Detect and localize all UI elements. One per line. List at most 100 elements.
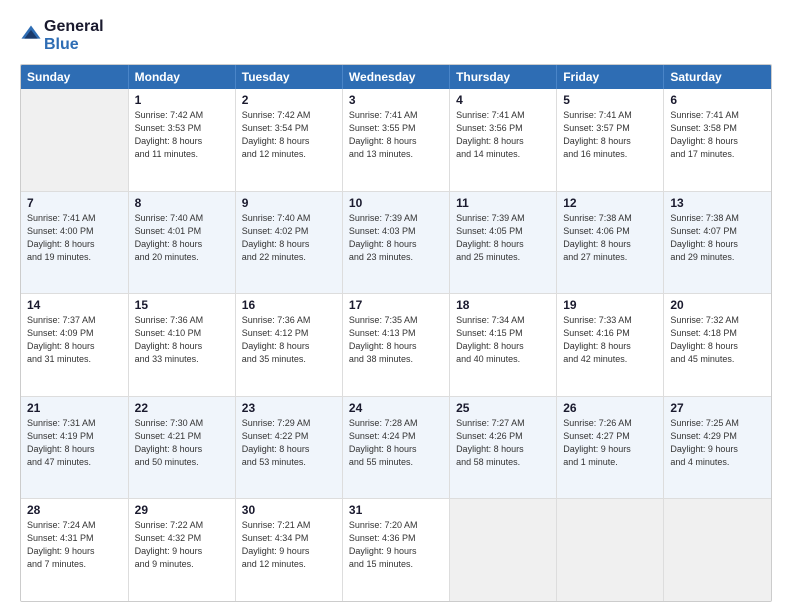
calendar-cell: [664, 499, 771, 601]
calendar-cell: 1Sunrise: 7:42 AM Sunset: 3:53 PM Daylig…: [128, 89, 235, 191]
calendar-cell: 17 Sunrise: 7:35 AM Sunset: 4:13 PM Dayli…: [342, 294, 449, 396]
day-number: 19: [563, 298, 657, 312]
weekday-header: Monday: [128, 65, 235, 89]
calendar-cell: 29 Sunrise: 7:22 AM Sunset: 4:32 PM Dayli…: [128, 499, 235, 601]
day-info: Sunrise: 7:39 AM Sunset: 4:05 PM Dayligh…: [456, 212, 550, 264]
calendar-cell: [21, 89, 128, 191]
day-number: 17: [349, 298, 443, 312]
calendar-cell: 30 Sunrise: 7:21 AM Sunset: 4:34 PM Dayli…: [235, 499, 342, 601]
day-number: 10: [349, 196, 443, 210]
weekday-header: Thursday: [450, 65, 557, 89]
calendar-cell: 27Sunrise: 7:25 AM Sunset: 4:29 PM Dayli…: [664, 396, 771, 498]
calendar-cell: 15 Sunrise: 7:36 AM Sunset: 4:10 PM Dayli…: [128, 294, 235, 396]
day-number: 2: [242, 93, 336, 107]
day-number: 18: [456, 298, 550, 312]
calendar-cell: 28 Sunrise: 7:24 AM Sunset: 4:31 PM Dayli…: [21, 499, 128, 601]
day-number: 20: [670, 298, 765, 312]
day-info: Sunrise: 7:24 AM Sunset: 4:31 PM Dayligh…: [27, 519, 122, 571]
calendar-cell: 25 Sunrise: 7:27 AM Sunset: 4:26 PM Dayli…: [450, 396, 557, 498]
day-number: 29: [135, 503, 229, 517]
calendar-cell: 12 Sunrise: 7:38 AM Sunset: 4:06 PM Dayli…: [557, 191, 664, 293]
calendar-cell: 5 Sunrise: 7:41 AM Sunset: 3:57 PM Daylig…: [557, 89, 664, 191]
calendar-cell: 31Sunrise: 7:20 AM Sunset: 4:36 PM Dayli…: [342, 499, 449, 601]
day-info: Sunrise: 7:21 AM Sunset: 4:34 PM Dayligh…: [242, 519, 336, 571]
day-number: 7: [27, 196, 122, 210]
day-info: Sunrise: 7:26 AM Sunset: 4:27 PM Dayligh…: [563, 417, 657, 469]
day-info: Sunrise: 7:38 AM Sunset: 4:06 PM Dayligh…: [563, 212, 657, 264]
calendar-table: SundayMondayTuesdayWednesdayThursdayFrid…: [21, 65, 771, 601]
day-number: 25: [456, 401, 550, 415]
day-info: Sunrise: 7:34 AM Sunset: 4:15 PM Dayligh…: [456, 314, 550, 366]
calendar-cell: 16Sunrise: 7:36 AM Sunset: 4:12 PM Dayli…: [235, 294, 342, 396]
logo-icon: [20, 24, 42, 46]
calendar-header: SundayMondayTuesdayWednesdayThursdayFrid…: [21, 65, 771, 89]
calendar-cell: 2 Sunrise: 7:42 AM Sunset: 3:54 PM Daylig…: [235, 89, 342, 191]
day-info: Sunrise: 7:41 AM Sunset: 3:57 PM Dayligh…: [563, 109, 657, 161]
calendar-cell: 21Sunrise: 7:31 AM Sunset: 4:19 PM Dayli…: [21, 396, 128, 498]
day-info: Sunrise: 7:22 AM Sunset: 4:32 PM Dayligh…: [135, 519, 229, 571]
calendar-cell: 22Sunrise: 7:30 AM Sunset: 4:21 PM Dayli…: [128, 396, 235, 498]
calendar: SundayMondayTuesdayWednesdayThursdayFrid…: [20, 64, 772, 602]
weekday-header: Tuesday: [235, 65, 342, 89]
day-number: 14: [27, 298, 122, 312]
day-number: 28: [27, 503, 122, 517]
calendar-cell: 23 Sunrise: 7:29 AM Sunset: 4:22 PM Dayli…: [235, 396, 342, 498]
day-info: Sunrise: 7:27 AM Sunset: 4:26 PM Dayligh…: [456, 417, 550, 469]
day-info: Sunrise: 7:36 AM Sunset: 4:12 PM Dayligh…: [242, 314, 336, 366]
day-info: Sunrise: 7:28 AM Sunset: 4:24 PM Dayligh…: [349, 417, 443, 469]
weekday-header: Wednesday: [342, 65, 449, 89]
calendar-cell: 19 Sunrise: 7:33 AM Sunset: 4:16 PM Dayli…: [557, 294, 664, 396]
weekday-row: SundayMondayTuesdayWednesdayThursdayFrid…: [21, 65, 771, 89]
weekday-header: Friday: [557, 65, 664, 89]
day-info: Sunrise: 7:39 AM Sunset: 4:03 PM Dayligh…: [349, 212, 443, 264]
day-number: 1: [135, 93, 229, 107]
day-number: 30: [242, 503, 336, 517]
day-number: 11: [456, 196, 550, 210]
day-number: 13: [670, 196, 765, 210]
day-info: Sunrise: 7:41 AM Sunset: 4:00 PM Dayligh…: [27, 212, 122, 264]
page: General Blue SundayMondayTuesdayWednesda…: [0, 0, 792, 612]
day-number: 12: [563, 196, 657, 210]
logo-text: General Blue: [44, 18, 104, 54]
calendar-cell: 24Sunrise: 7:28 AM Sunset: 4:24 PM Dayli…: [342, 396, 449, 498]
day-number: 6: [670, 93, 765, 107]
calendar-cell: 20Sunrise: 7:32 AM Sunset: 4:18 PM Dayli…: [664, 294, 771, 396]
calendar-cell: 9Sunrise: 7:40 AM Sunset: 4:02 PM Daylig…: [235, 191, 342, 293]
calendar-cell: 14Sunrise: 7:37 AM Sunset: 4:09 PM Dayli…: [21, 294, 128, 396]
day-info: Sunrise: 7:31 AM Sunset: 4:19 PM Dayligh…: [27, 417, 122, 469]
calendar-cell: 13 Sunrise: 7:38 AM Sunset: 4:07 PM Dayli…: [664, 191, 771, 293]
calendar-week-row: 14Sunrise: 7:37 AM Sunset: 4:09 PM Dayli…: [21, 294, 771, 396]
day-number: 4: [456, 93, 550, 107]
calendar-week-row: 7 Sunrise: 7:41 AM Sunset: 4:00 PM Daylig…: [21, 191, 771, 293]
calendar-cell: 7 Sunrise: 7:41 AM Sunset: 4:00 PM Daylig…: [21, 191, 128, 293]
day-number: 27: [670, 401, 765, 415]
day-number: 23: [242, 401, 336, 415]
calendar-cell: 6 Sunrise: 7:41 AM Sunset: 3:58 PM Daylig…: [664, 89, 771, 191]
calendar-cell: [557, 499, 664, 601]
day-info: Sunrise: 7:20 AM Sunset: 4:36 PM Dayligh…: [349, 519, 443, 571]
day-number: 5: [563, 93, 657, 107]
calendar-week-row: 1Sunrise: 7:42 AM Sunset: 3:53 PM Daylig…: [21, 89, 771, 191]
day-info: Sunrise: 7:40 AM Sunset: 4:02 PM Dayligh…: [242, 212, 336, 264]
day-info: Sunrise: 7:33 AM Sunset: 4:16 PM Dayligh…: [563, 314, 657, 366]
day-number: 3: [349, 93, 443, 107]
day-info: Sunrise: 7:38 AM Sunset: 4:07 PM Dayligh…: [670, 212, 765, 264]
day-info: Sunrise: 7:36 AM Sunset: 4:10 PM Dayligh…: [135, 314, 229, 366]
calendar-week-row: 28 Sunrise: 7:24 AM Sunset: 4:31 PM Dayli…: [21, 499, 771, 601]
header: General Blue: [20, 18, 772, 54]
calendar-cell: 26Sunrise: 7:26 AM Sunset: 4:27 PM Dayli…: [557, 396, 664, 498]
day-info: Sunrise: 7:40 AM Sunset: 4:01 PM Dayligh…: [135, 212, 229, 264]
day-number: 15: [135, 298, 229, 312]
weekday-header: Sunday: [21, 65, 128, 89]
calendar-cell: [450, 499, 557, 601]
day-info: Sunrise: 7:35 AM Sunset: 4:13 PM Dayligh…: [349, 314, 443, 366]
calendar-cell: 8Sunrise: 7:40 AM Sunset: 4:01 PM Daylig…: [128, 191, 235, 293]
calendar-cell: 3 Sunrise: 7:41 AM Sunset: 3:55 PM Daylig…: [342, 89, 449, 191]
day-info: Sunrise: 7:30 AM Sunset: 4:21 PM Dayligh…: [135, 417, 229, 469]
day-info: Sunrise: 7:42 AM Sunset: 3:54 PM Dayligh…: [242, 109, 336, 161]
calendar-cell: 11 Sunrise: 7:39 AM Sunset: 4:05 PM Dayli…: [450, 191, 557, 293]
calendar-body: 1Sunrise: 7:42 AM Sunset: 3:53 PM Daylig…: [21, 89, 771, 601]
day-info: Sunrise: 7:41 AM Sunset: 3:58 PM Dayligh…: [670, 109, 765, 161]
day-info: Sunrise: 7:41 AM Sunset: 3:55 PM Dayligh…: [349, 109, 443, 161]
day-info: Sunrise: 7:29 AM Sunset: 4:22 PM Dayligh…: [242, 417, 336, 469]
